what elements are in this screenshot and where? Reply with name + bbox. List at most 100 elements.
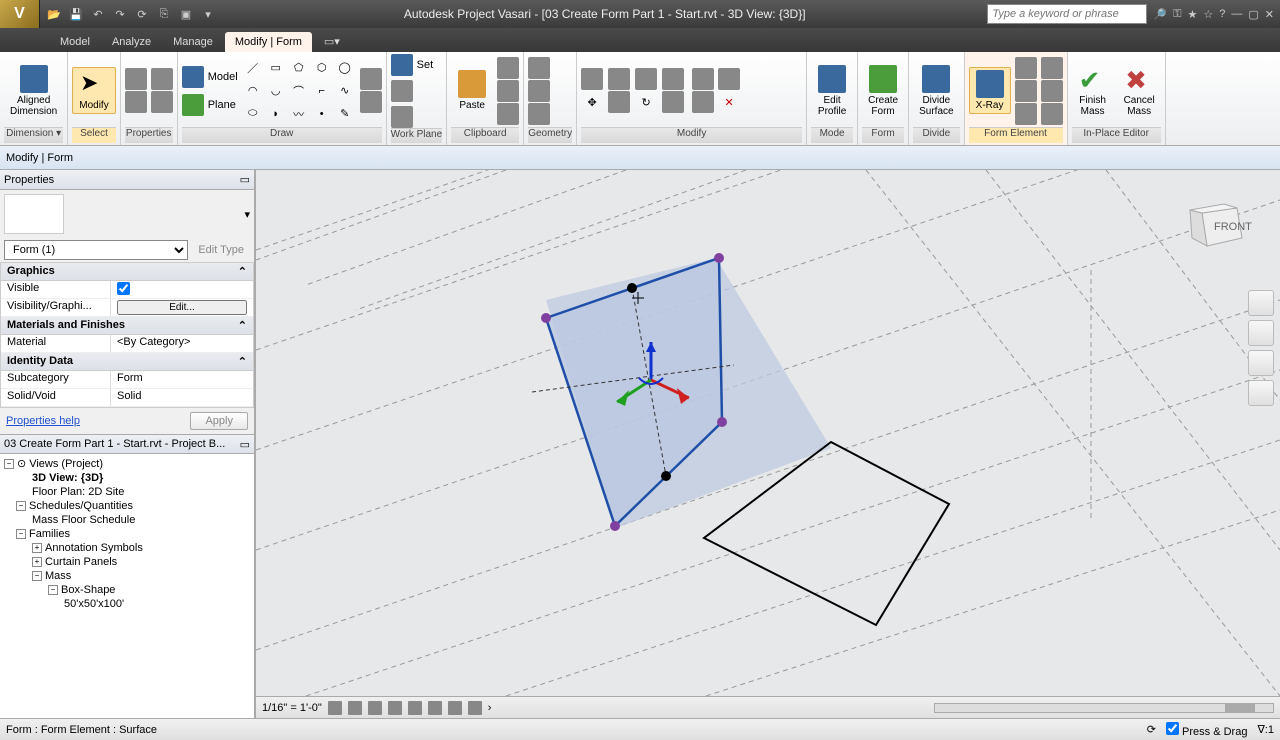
- tab-expand-icon[interactable]: ▭▾: [314, 31, 350, 52]
- spline-icon[interactable]: ∿: [334, 80, 356, 102]
- orbit-icon[interactable]: [1248, 380, 1274, 406]
- match-icon[interactable]: [497, 103, 519, 125]
- solidvoid-value[interactable]: Solid: [111, 389, 253, 406]
- detail-level-icon[interactable]: [328, 701, 342, 715]
- app-logo[interactable]: V: [0, 0, 40, 28]
- prop-btn2[interactable]: [125, 91, 147, 113]
- scale-label[interactable]: 1/16" = 1'-0": [262, 702, 322, 714]
- visgraph-edit-button[interactable]: Edit...: [117, 300, 247, 315]
- tab-manage[interactable]: Manage: [163, 32, 223, 52]
- circle-icon[interactable]: ◯: [334, 57, 356, 79]
- move-icon[interactable]: ✥: [581, 91, 603, 113]
- tab-modify-form[interactable]: Modify | Form: [225, 32, 312, 52]
- dropdown-icon[interactable]: ▾: [198, 4, 218, 24]
- fillet-icon[interactable]: ⌐: [311, 80, 333, 102]
- cut-icon[interactable]: [497, 57, 519, 79]
- rect-icon[interactable]: ▭: [265, 57, 287, 79]
- rotate-icon[interactable]: ↻: [635, 91, 657, 113]
- formel-btn3[interactable]: [1015, 103, 1037, 125]
- section-icon[interactable]: ▣: [176, 4, 196, 24]
- visible-checkbox[interactable]: [117, 282, 130, 295]
- tree-3dview[interactable]: 3D View: {3D}: [2, 471, 252, 485]
- modify-button[interactable]: ➤ Modify: [72, 67, 115, 114]
- spline2-icon[interactable]: 〰: [288, 103, 310, 125]
- open-icon[interactable]: 📂: [44, 4, 64, 24]
- paste-button[interactable]: Paste: [451, 68, 493, 113]
- press-drag-toggle[interactable]: Press & Drag: [1166, 722, 1247, 738]
- group-identity[interactable]: Identity Data⌃: [1, 353, 253, 371]
- formel-btn6[interactable]: [1041, 103, 1063, 125]
- trim-icon[interactable]: [662, 68, 684, 90]
- viewer-icon[interactable]: [391, 106, 413, 128]
- viewport-3d[interactable]: FRONT 1/16" = 1'-0" ›: [256, 170, 1280, 718]
- formel-btn1[interactable]: [1015, 57, 1037, 79]
- show-plane-icon[interactable]: [391, 80, 413, 102]
- tree-floorplan[interactable]: Floor Plan: 2D Site: [2, 485, 252, 499]
- search-input[interactable]: [987, 4, 1147, 24]
- star-icon[interactable]: ★: [1188, 8, 1198, 21]
- subcat-value[interactable]: Form: [111, 371, 253, 388]
- geom2-icon[interactable]: [528, 80, 550, 102]
- save-icon[interactable]: 💾: [66, 4, 86, 24]
- sync-status-icon[interactable]: ⟳: [1147, 723, 1156, 736]
- view-cube[interactable]: FRONT: [1182, 198, 1252, 268]
- tree-views[interactable]: −⊙ Views (Project): [2, 456, 252, 471]
- redo-icon[interactable]: ↷: [110, 4, 130, 24]
- set-plane-icon[interactable]: [391, 54, 413, 76]
- divide-surface-button[interactable]: Divide Surface: [913, 63, 959, 119]
- sync-icon[interactable]: ⟳: [132, 4, 152, 24]
- polygon2-icon[interactable]: ⬡: [311, 57, 333, 79]
- halfellipse-icon[interactable]: ◗: [265, 103, 287, 125]
- chevron-icon[interactable]: ›: [488, 702, 492, 714]
- tree-families[interactable]: −Families: [2, 527, 252, 541]
- group-materials[interactable]: Materials and Finishes⌃: [1, 317, 253, 335]
- filter-icon[interactable]: ∇:1: [1257, 723, 1274, 736]
- zoom-icon[interactable]: [1248, 350, 1274, 376]
- tree-schedules[interactable]: −Schedules/Quantities: [2, 499, 252, 513]
- offset-icon[interactable]: [608, 68, 630, 90]
- shadows-icon[interactable]: [388, 701, 402, 715]
- browser-close-icon[interactable]: ▭: [240, 438, 250, 451]
- pin-icon[interactable]: [718, 68, 740, 90]
- properties-help-link[interactable]: Properties help: [6, 415, 80, 427]
- model-line-icon[interactable]: [182, 66, 204, 88]
- properties-type-selector[interactable]: ▾: [0, 190, 254, 238]
- help-icon[interactable]: ?: [1219, 8, 1225, 20]
- draw-extra2[interactable]: [360, 91, 382, 113]
- tab-analyze[interactable]: Analyze: [102, 32, 161, 52]
- close-icon[interactable]: ✕: [1265, 8, 1274, 21]
- maximize-icon[interactable]: ▢: [1248, 8, 1258, 21]
- tree-boxshape[interactable]: −Box-Shape: [2, 583, 252, 597]
- ellipse-icon[interactable]: ⬭: [242, 103, 264, 125]
- prop-btn1[interactable]: [125, 68, 147, 90]
- delete-icon[interactable]: ✕: [718, 91, 740, 113]
- arc3-icon[interactable]: ⌒: [288, 80, 310, 102]
- key-icon[interactable]: ⚿: [1173, 8, 1181, 21]
- prop-btn3[interactable]: [151, 68, 173, 90]
- sun-path-icon[interactable]: [368, 701, 382, 715]
- prop-btn4[interactable]: [151, 91, 173, 113]
- tree-mass[interactable]: −Mass: [2, 569, 252, 583]
- material-value[interactable]: <By Category>: [111, 335, 253, 352]
- point-icon[interactable]: •: [311, 103, 333, 125]
- link-icon[interactable]: ⎘: [154, 4, 174, 24]
- tree-boxdim[interactable]: 50'x50'x100': [2, 597, 252, 611]
- visual-style-icon[interactable]: [348, 701, 362, 715]
- tree-curtain[interactable]: +Curtain Panels: [2, 555, 252, 569]
- edit-type-button[interactable]: Edit Type: [192, 242, 250, 258]
- extend-icon[interactable]: [662, 91, 684, 113]
- edit-profile-button[interactable]: Edit Profile: [811, 63, 853, 119]
- formel-btn5[interactable]: [1041, 80, 1063, 102]
- close-panel-icon[interactable]: ▭: [240, 173, 250, 186]
- minimize-icon[interactable]: —: [1231, 8, 1242, 20]
- arc1-icon[interactable]: ◠: [242, 80, 264, 102]
- aligned-dimension-button[interactable]: Aligned Dimension: [4, 63, 63, 119]
- create-form-button[interactable]: Create Form: [862, 63, 904, 119]
- formel-btn2[interactable]: [1015, 80, 1037, 102]
- horizontal-scrollbar[interactable]: [934, 703, 1274, 713]
- crop-region-icon[interactable]: [448, 701, 462, 715]
- crop-icon[interactable]: [428, 701, 442, 715]
- finish-mass-button[interactable]: ✔ Finish Mass: [1072, 63, 1114, 119]
- lock-icon[interactable]: [468, 701, 482, 715]
- steering-wheel-icon[interactable]: [1248, 290, 1274, 316]
